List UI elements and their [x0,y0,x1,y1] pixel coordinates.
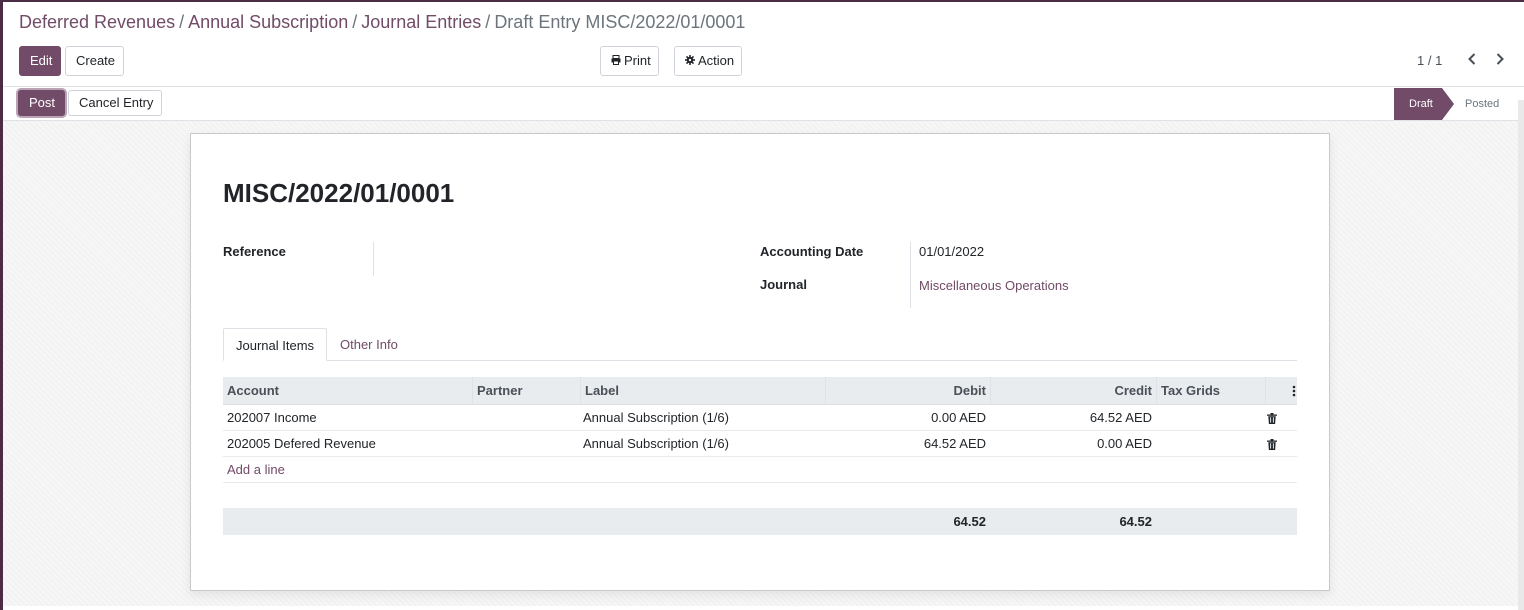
chevron-left-icon[interactable] [1462,47,1482,71]
print-label: Print [624,53,651,68]
gear-icon [685,55,695,68]
column-partner[interactable]: Partner [473,377,581,405]
row-tax-grids[interactable] [1157,431,1266,457]
row-partner[interactable] [473,405,581,431]
column-account[interactable]: Account [223,377,473,405]
empty-row [223,483,1297,509]
reference-label: Reference [223,244,286,259]
action-button[interactable]: Action [674,46,742,76]
field-divider [373,242,374,276]
print-icon [611,55,621,68]
field-divider [910,242,911,308]
accounting-date-value[interactable]: 01/01/2022 [919,244,984,259]
breadcrumb-separator: / [352,12,358,32]
column-tax-grids[interactable]: Tax Grids [1157,377,1266,405]
trash-icon[interactable] [1267,438,1277,453]
column-options-icon[interactable] [1266,377,1297,405]
accounting-date-label: Accounting Date [760,244,864,259]
row-tax-grids[interactable] [1157,405,1266,431]
scrollbar[interactable] [1518,100,1524,610]
journal-link[interactable]: Miscellaneous Operations [919,278,1069,293]
table-row[interactable]: 202005 Defered Revenue Annual Subscripti… [223,431,1297,457]
breadcrumb-separator: / [485,12,491,32]
edit-button[interactable]: Edit [19,46,61,76]
row-label[interactable]: Annual Subscription (1/6) [579,405,824,431]
tab-other-info[interactable]: Other Info [328,328,410,361]
entry-title: MISC/2022/01/0001 [223,178,455,208]
breadcrumb-deferred-revenues[interactable]: Deferred Revenues [19,12,175,32]
chevron-right-icon[interactable] [1490,47,1510,71]
journal-label: Journal [760,277,807,292]
total-credit: 64.52 [1119,514,1152,529]
cancel-entry-button[interactable]: Cancel Entry [68,90,162,116]
pager-value[interactable]: 1 / 1 [1417,53,1442,68]
row-partner[interactable] [473,431,581,457]
row-account[interactable]: 202005 Defered Revenue [223,431,473,457]
column-debit[interactable]: Debit [826,377,991,405]
action-label: Action [698,53,735,68]
breadcrumb-separator: / [179,12,185,32]
breadcrumb: Deferred Revenues / Annual Subscription / Jo… [19,12,745,33]
statusbar: Post Cancel Entry Draft Posted [3,87,1524,121]
add-line-row: Add a line [223,457,1297,483]
notebook-tabs: Journal Items Other Info [223,328,1297,361]
row-label[interactable]: Annual Subscription (1/6) [579,431,824,457]
table-row[interactable]: 202007 Income Annual Subscription (1/6) … [223,405,1297,431]
create-button[interactable]: Create [65,46,124,76]
breadcrumb-annual-subscription[interactable]: Annual Subscription [188,12,348,32]
add-line-link[interactable]: Add a line [227,457,285,483]
breadcrumb-current: Draft Entry MISC/2022/01/0001 [494,12,746,32]
total-debit: 64.52 [953,514,986,529]
row-credit[interactable]: 0.00 AED [991,431,1156,457]
status-draft[interactable]: Draft [1394,88,1454,120]
row-debit[interactable]: 0.00 AED [826,405,990,431]
row-credit[interactable]: 64.52 AED [991,405,1156,431]
print-button[interactable]: Print [600,46,659,76]
tab-journal-items[interactable]: Journal Items [223,328,328,361]
table-header: Account Partner Label Debit Credit Tax G… [223,377,1297,405]
column-label[interactable]: Label [581,377,826,405]
breadcrumb-journal-entries[interactable]: Journal Entries [361,12,481,32]
control-panel: Deferred Revenues / Annual Subscription / Jo… [3,2,1524,87]
trash-icon[interactable] [1267,412,1277,427]
row-account[interactable]: 202007 Income [223,405,473,431]
status-posted[interactable]: Posted [1465,88,1499,120]
form-sheet: MISC/2022/01/0001 Reference Accounting D… [190,133,1330,591]
row-debit[interactable]: 64.52 AED [826,431,990,457]
column-credit[interactable]: Credit [991,377,1157,405]
post-button[interactable]: Post [18,90,65,116]
totals-row: 64.52 64.52 [223,509,1297,535]
